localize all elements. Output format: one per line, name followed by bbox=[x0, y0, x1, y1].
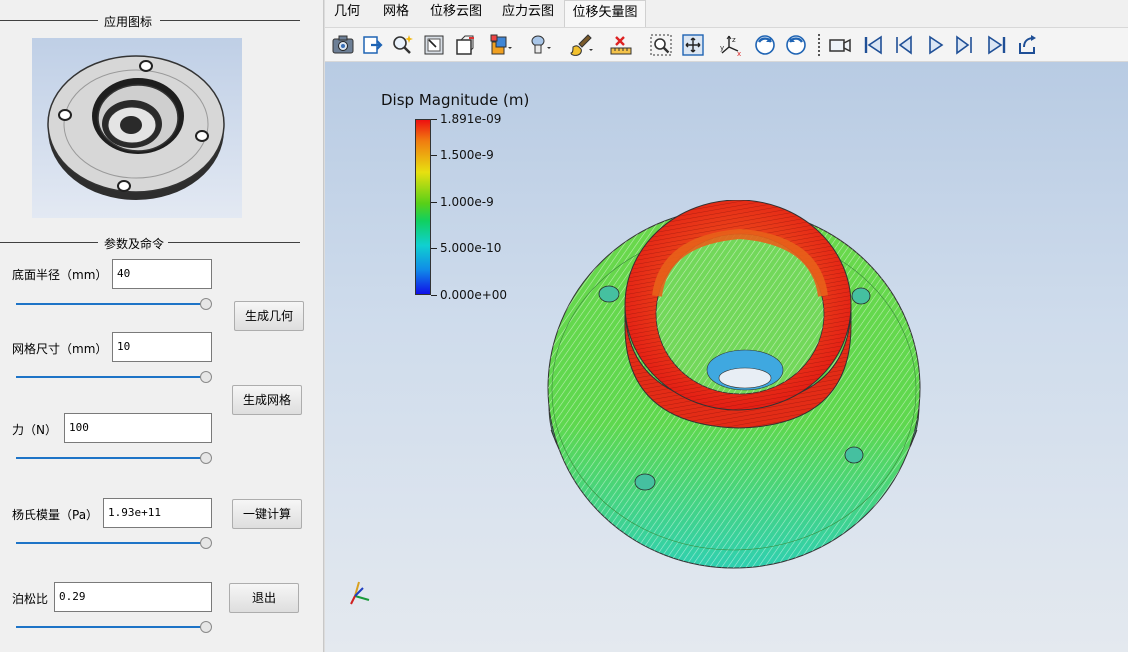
mesh-size-input[interactable]: 10 bbox=[112, 332, 212, 362]
exit-button[interactable]: 退出 bbox=[229, 583, 299, 613]
force-input[interactable]: 100 bbox=[64, 413, 212, 443]
export-icon[interactable] bbox=[361, 33, 385, 57]
slider-track bbox=[16, 542, 206, 544]
view-tabs: 几何 网格 位移云图 应力云图 位移矢量图 bbox=[325, 0, 1128, 27]
video-camera-icon[interactable] bbox=[828, 33, 852, 57]
tab-displacement-contour[interactable]: 位移云图 bbox=[423, 0, 489, 27]
icon-group-title: 应用图标 bbox=[0, 13, 300, 29]
app-icon-image bbox=[32, 38, 242, 218]
params-group-label: 参数及命令 bbox=[104, 237, 165, 251]
render-viewport[interactable]: Disp Magnitude (m) 1.891e-09 1.500e-9 1.00… bbox=[325, 62, 1128, 652]
flange-preview-icon bbox=[47, 55, 225, 200]
tab-geometry[interactable]: 几何 bbox=[325, 0, 369, 27]
poisson-ratio-label: 泊松比 bbox=[12, 592, 49, 606]
base-radius-input[interactable]: 40 bbox=[112, 259, 212, 289]
youngs-modulus-slider[interactable] bbox=[16, 537, 212, 549]
legend-tick-label: 1.500e-9 bbox=[440, 148, 494, 162]
svg-text:z: z bbox=[732, 36, 736, 44]
legend-title: Disp Magnitude (m) bbox=[381, 91, 530, 109]
select-box-icon[interactable] bbox=[422, 33, 446, 57]
slider-track bbox=[16, 303, 206, 305]
zoom-wand-icon[interactable] bbox=[391, 33, 415, 57]
viewer-toolbar: zy x bbox=[325, 27, 1128, 62]
slider-handle[interactable] bbox=[200, 537, 212, 549]
force-label: 力（N） bbox=[12, 423, 57, 437]
slider-track bbox=[16, 457, 206, 459]
legend-tick bbox=[431, 295, 437, 296]
control-panel: 应用图标 参数及命令 底面半径（mm） 40 生成几何 网格尺寸（mm） 10 … bbox=[0, 0, 323, 652]
rotate-ccw-icon[interactable] bbox=[784, 33, 808, 57]
poisson-ratio-input[interactable]: 0.29 bbox=[54, 582, 212, 612]
mesh-size-label: 网格尺寸（mm） bbox=[12, 342, 108, 356]
light-icon[interactable] bbox=[529, 33, 553, 57]
play-icon[interactable] bbox=[923, 33, 947, 57]
base-radius-label: 底面半径（mm） bbox=[12, 268, 108, 282]
loop-icon[interactable] bbox=[1016, 33, 1040, 57]
tab-stress-contour[interactable]: 应力云图 bbox=[495, 0, 561, 27]
svg-text:y: y bbox=[720, 44, 724, 52]
youngs-modulus-label: 杨氏模量（Pa） bbox=[12, 508, 99, 522]
base-radius-slider[interactable] bbox=[16, 298, 212, 310]
toolbar-separator bbox=[818, 34, 820, 56]
slider-track bbox=[16, 376, 206, 378]
icon-group-label: 应用图标 bbox=[104, 15, 153, 29]
rotate-cw-icon[interactable] bbox=[753, 33, 777, 57]
slider-handle[interactable] bbox=[200, 298, 212, 310]
color-map-icon[interactable] bbox=[489, 33, 513, 57]
tab-displacement-vector[interactable]: 位移矢量图 bbox=[564, 0, 646, 27]
brush-icon[interactable] bbox=[569, 33, 593, 57]
last-frame-icon[interactable] bbox=[985, 33, 1009, 57]
app-window: 应用图标 参数及命令 底面半径（mm） 40 生成几何 网格尺寸（mm） 10 … bbox=[0, 0, 1128, 652]
surface-icon[interactable] bbox=[453, 33, 477, 57]
slider-handle[interactable] bbox=[200, 621, 212, 633]
previous-frame-icon[interactable] bbox=[891, 33, 915, 57]
legend-tick bbox=[431, 248, 437, 249]
legend-tick-label: 5.000e-10 bbox=[440, 241, 502, 255]
zoom-region-icon[interactable] bbox=[649, 33, 673, 57]
compute-button[interactable]: 一键计算 bbox=[232, 499, 302, 529]
legend-tick-label: 0.000e+00 bbox=[440, 288, 508, 302]
slider-handle[interactable] bbox=[200, 452, 212, 464]
legend-tick bbox=[431, 202, 437, 203]
legend-tick-label: 1.891e-09 bbox=[440, 112, 502, 126]
generate-geometry-button[interactable]: 生成几何 bbox=[234, 301, 304, 331]
orientation-axes-icon bbox=[350, 581, 370, 605]
first-frame-icon[interactable] bbox=[861, 33, 885, 57]
axes-icon[interactable]: zy x bbox=[719, 33, 743, 57]
color-bar bbox=[415, 119, 431, 295]
svg-text:x: x bbox=[737, 50, 741, 57]
generate-mesh-button[interactable]: 生成网格 bbox=[232, 385, 302, 415]
slider-handle[interactable] bbox=[200, 371, 212, 383]
poisson-ratio-slider[interactable] bbox=[16, 621, 212, 633]
next-frame-icon[interactable] bbox=[953, 33, 977, 57]
legend-tick-label: 1.000e-9 bbox=[440, 195, 494, 209]
fit-view-icon[interactable] bbox=[681, 33, 705, 57]
force-slider[interactable] bbox=[16, 452, 212, 464]
legend-tick bbox=[431, 155, 437, 156]
legend-tick bbox=[431, 119, 437, 120]
flange-displacement-vector-plot[interactable] bbox=[539, 200, 929, 590]
tab-mesh[interactable]: 网格 bbox=[373, 0, 419, 27]
mesh-size-slider[interactable] bbox=[16, 371, 212, 383]
params-group-title: 参数及命令 bbox=[0, 235, 300, 251]
youngs-modulus-input[interactable]: 1.93e+11 bbox=[103, 498, 212, 528]
ruler-icon[interactable] bbox=[609, 33, 633, 57]
camera-icon[interactable] bbox=[331, 33, 355, 57]
slider-track bbox=[16, 626, 206, 628]
